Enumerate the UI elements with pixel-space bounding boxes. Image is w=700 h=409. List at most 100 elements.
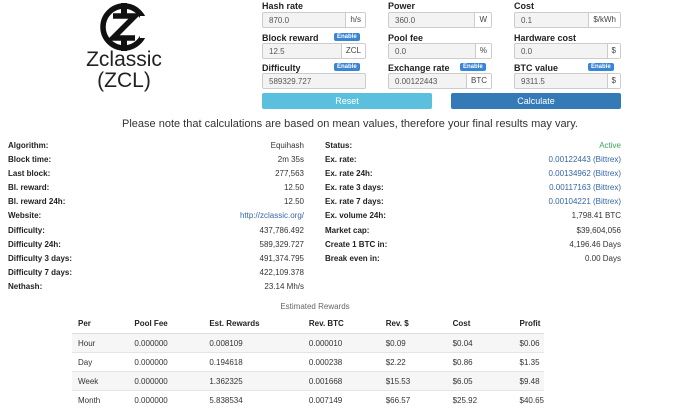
- table-cell: Hour: [72, 334, 128, 353]
- stat-row-ex-rate-3-days: Ex. rate 3 days:0.00117163 (Bittrex): [325, 181, 621, 194]
- stat-row-difficulty: Difficulty:437,786.492: [8, 224, 304, 237]
- stat-row-difficulty-7-days: Difficulty 7 days: 422,109.378: [8, 266, 304, 279]
- stat-value: 2m 35s: [278, 153, 304, 166]
- stat-row-break-even: Break even in: 0.00 Days: [325, 252, 621, 265]
- reset-button[interactable]: Reset: [262, 93, 432, 109]
- stat-value: 422,109.378: [260, 266, 305, 279]
- stat-key: Bl. reward:: [8, 181, 49, 194]
- column-header: Cost: [447, 314, 514, 334]
- exchange-rate-unit: BTC: [466, 74, 491, 88]
- table-cell: Week: [72, 372, 128, 391]
- cost-label: Cost: [514, 1, 534, 11]
- stat-key: Difficulty 3 days:: [8, 252, 72, 265]
- block-reward-input[interactable]: [263, 44, 341, 58]
- stat-value: Equihash: [271, 139, 304, 152]
- table-cell: $0.09: [380, 334, 447, 353]
- stat-value: 12.50: [284, 181, 304, 194]
- table-cell: $0.04: [447, 334, 514, 353]
- stat-key: Break even in:: [325, 252, 380, 265]
- stat-value: $39,604,056: [577, 224, 622, 237]
- stat-key: Ex. rate:: [325, 153, 357, 166]
- stat-value: 491,374.795: [260, 252, 305, 265]
- hardware-cost-input[interactable]: [515, 44, 607, 58]
- column-header: Est. Rewards: [203, 314, 303, 334]
- stat-row-ex-rate: Ex. rate: 0.00122443 (Bittrex): [325, 153, 621, 166]
- stat-value: 0.00 Days: [585, 252, 621, 265]
- ex-rate-3-days-link[interactable]: 0.00117163 (Bittrex): [549, 181, 621, 194]
- stat-row-ex-volume-24h: Ex. volume 24h: 1,798.41 BTC: [325, 209, 621, 222]
- stat-value: 437,786.492: [260, 224, 305, 237]
- exchange-rate-label: Exchange rate: [388, 63, 450, 73]
- power-field: W: [388, 12, 492, 28]
- stat-key: Ex. volume 24h:: [325, 209, 386, 222]
- table-cell: $6.05: [447, 372, 514, 391]
- stat-key: Create 1 BTC in:: [325, 238, 387, 251]
- ex-rate-24h-link[interactable]: 0.00134962 (Bittrex): [549, 167, 622, 180]
- table-cell: Day: [72, 353, 128, 372]
- stat-row-status: Status: Active: [325, 139, 621, 152]
- block-reward-label: Block reward: [262, 33, 319, 43]
- table-row: Hour 0.000000 0.008109 0.000010 $0.09 $0…: [72, 334, 544, 353]
- table-cell: 0.008109: [203, 334, 303, 353]
- stat-value: 1,798.41 BTC: [572, 209, 621, 222]
- brand-name: Zclassic: [60, 49, 188, 71]
- hash-rate-input[interactable]: [263, 13, 345, 27]
- stat-key: Status:: [325, 139, 352, 152]
- calculate-button[interactable]: Calculate: [451, 93, 621, 109]
- estimated-rewards-title: Estimated Rewards: [250, 302, 380, 311]
- status-badge: Active: [599, 139, 621, 152]
- stat-row-nethash: Nethash:23.14 Mh/s: [8, 280, 304, 293]
- exchange-rate-enable-badge[interactable]: Enable: [460, 63, 486, 71]
- stat-key: Difficulty 7 days:: [8, 266, 72, 279]
- stat-row-last-block: Last block: 277,563: [8, 167, 304, 180]
- table-row: Week 0.000000 1.362325 0.001668 $15.53 $…: [72, 372, 544, 391]
- stat-row-create-1-btc: Create 1 BTC in: 4,196.46 Days: [325, 238, 621, 251]
- table-cell: $2.22: [380, 353, 447, 372]
- table-cell: 0.001668: [303, 372, 380, 391]
- cost-input[interactable]: [515, 13, 588, 27]
- hardware-cost-field: $: [514, 43, 621, 59]
- hash-rate-unit: h/s: [345, 13, 365, 27]
- stat-key: Last block:: [8, 167, 50, 180]
- column-header: Rev. BTC: [303, 314, 380, 334]
- stat-row-difficulty-3-days: Difficulty 3 days: 491,374.795: [8, 252, 304, 265]
- stat-value: 277,563: [275, 167, 304, 180]
- block-reward-enable-badge[interactable]: Enable: [334, 33, 360, 41]
- pool-fee-field: %: [388, 43, 492, 59]
- stat-value: 589,329.727: [260, 238, 305, 251]
- brand-ticker: (ZCL): [60, 70, 188, 92]
- btc-value-enable-badge[interactable]: Enable: [588, 63, 614, 71]
- stat-key: Market cap:: [325, 224, 369, 237]
- stat-value: 12.50: [284, 195, 304, 208]
- zclassic-logo-icon: [88, 2, 160, 52]
- pool-fee-input[interactable]: [389, 44, 475, 58]
- stat-value: 23.14 Mh/s: [264, 280, 304, 293]
- stat-row-block-time: Block time: 2m 35s: [8, 153, 304, 166]
- table-cell: 0.000000: [128, 372, 203, 391]
- btc-value-label: BTC value: [514, 63, 558, 73]
- table-cell: 0.194618: [203, 353, 303, 372]
- ex-rate-7-days-link[interactable]: 0.00104221 (Bittrex): [549, 195, 622, 208]
- website-link[interactable]: http://zclassic.org/: [240, 209, 304, 222]
- table-cell: 0.000000: [128, 353, 203, 372]
- stat-key: Ex. rate 7 days:: [325, 195, 384, 208]
- stat-value: 4,196.46 Days: [569, 238, 621, 251]
- rewards-table: Per Pool Fee Est. Rewards Rev. BTC Rev. …: [72, 314, 544, 409]
- btc-value-input[interactable]: [515, 74, 607, 88]
- stat-row-market-cap: Market cap: $39,604,056: [325, 224, 621, 237]
- column-header: Per: [72, 314, 128, 334]
- difficulty-enable-badge[interactable]: Enable: [334, 63, 360, 71]
- difficulty-input[interactable]: [263, 74, 365, 88]
- exchange-rate-input[interactable]: [389, 74, 466, 88]
- difficulty-field: [262, 73, 366, 89]
- table-row: Day 0.000000 0.194618 0.000238 $2.22 $0.…: [72, 353, 544, 372]
- table-cell: $0.86: [447, 353, 514, 372]
- ex-rate-link[interactable]: 0.00122443 (Bittrex): [549, 153, 622, 166]
- stat-row-ex-rate-24h: Ex. rate 24h:0.00134962 (Bittrex): [325, 167, 621, 180]
- table-cell: 0.000010: [303, 334, 380, 353]
- power-input[interactable]: [389, 13, 474, 27]
- block-reward-unit: ZCL: [341, 44, 365, 58]
- stat-row-block-reward-24h: Bl. reward 24h: 12.50: [8, 195, 304, 208]
- stat-key: Bl. reward 24h:: [8, 195, 65, 208]
- stat-key: Block time:: [8, 153, 51, 166]
